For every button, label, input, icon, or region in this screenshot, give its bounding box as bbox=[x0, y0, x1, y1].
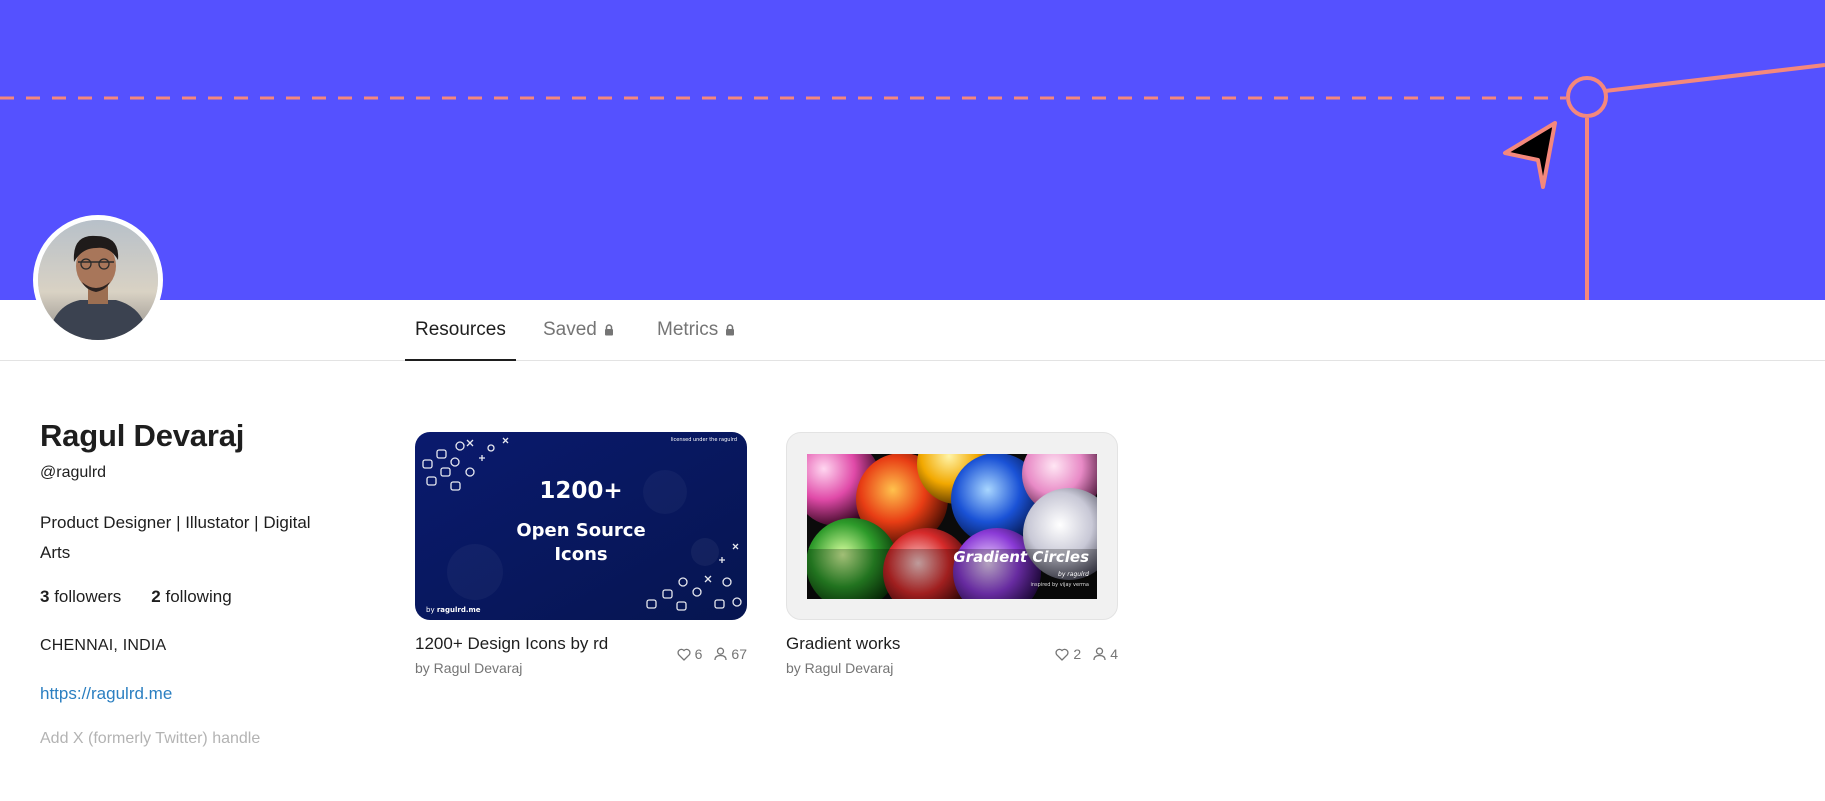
resource-card[interactable]: 1200+ Open Source Icons licensed under t… bbox=[415, 432, 747, 676]
users-stat: 4 bbox=[1093, 646, 1118, 662]
lock-icon bbox=[726, 324, 735, 336]
profile-tabs: Resources Saved Metrics bbox=[0, 300, 1825, 361]
tab-label: Resources bbox=[415, 319, 506, 340]
resource-thumbnail[interactable]: 1200+ Open Source Icons licensed under t… bbox=[415, 432, 747, 620]
tab-label: Saved bbox=[543, 319, 597, 340]
likes-stat[interactable]: 6 bbox=[677, 646, 703, 662]
resource-card[interactable]: Gradient Circles by ragulrd inspired by … bbox=[786, 432, 1118, 676]
vector-node-icon bbox=[1566, 76, 1608, 118]
users-count: 4 bbox=[1110, 646, 1118, 662]
likes-stat[interactable]: 2 bbox=[1055, 646, 1081, 662]
tab-resources[interactable]: Resources bbox=[405, 300, 516, 361]
followers-count: 3 bbox=[40, 587, 50, 606]
thumb-headline: 1200+ bbox=[539, 478, 622, 504]
gradient-circles-thumbnail: Gradient Circles by ragulrd inspired by … bbox=[807, 453, 1097, 599]
thumb-byline-prefix: by bbox=[426, 606, 437, 614]
heart-icon bbox=[1055, 648, 1069, 661]
likes-count: 6 bbox=[694, 646, 703, 662]
user-icon bbox=[714, 647, 728, 661]
svg-text:by ragulrd.me: by ragulrd.me bbox=[426, 606, 481, 614]
thumb-byline-brand: ragulrd.me bbox=[437, 606, 481, 614]
followers-link[interactable]: 3 followers bbox=[40, 587, 121, 607]
profile-name: Ragul Devaraj bbox=[40, 418, 245, 453]
resource-thumbnail[interactable]: Gradient Circles by ragulrd inspired by … bbox=[786, 432, 1118, 620]
resource-author[interactable]: by Ragul Devaraj bbox=[786, 660, 1118, 676]
following-label: following bbox=[165, 587, 232, 606]
thumb-subline: Open Source bbox=[516, 520, 645, 541]
users-stat: 67 bbox=[714, 646, 747, 662]
profile-banner bbox=[0, 0, 1825, 300]
profile-handle: @ragulrd bbox=[40, 464, 107, 481]
banner-illustration bbox=[0, 63, 1825, 300]
profile-bio: Product Designer | Illustator | Digital … bbox=[40, 513, 311, 562]
tab-label: Metrics bbox=[657, 319, 719, 340]
thumb-subline: Icons bbox=[554, 544, 607, 565]
thumb-byline: by ragulrd bbox=[1058, 571, 1089, 578]
resource-stats: 6 67 bbox=[677, 646, 747, 662]
profile-info: Ragul Devaraj @ragulrd Product Designer … bbox=[40, 418, 340, 748]
user-icon bbox=[1093, 647, 1106, 661]
users-count: 67 bbox=[731, 646, 747, 662]
followers-label: followers bbox=[54, 587, 122, 606]
thumb-headline: Gradient Circles bbox=[953, 548, 1089, 566]
following-count: 2 bbox=[151, 587, 161, 606]
cursor-arrow-icon bbox=[1503, 121, 1557, 189]
lock-icon bbox=[604, 324, 613, 336]
twitter-handle-link[interactable]: Add X (formerly Twitter) handle bbox=[40, 730, 340, 748]
follow-stats: 3 followers 2 following bbox=[40, 587, 340, 607]
following-link[interactable]: 2 following bbox=[151, 587, 231, 607]
tab-metrics[interactable]: Metrics bbox=[647, 300, 745, 360]
heart-icon bbox=[677, 648, 691, 661]
tab-saved[interactable]: Saved bbox=[533, 300, 624, 360]
profile-location: CHENNAI, INDIA bbox=[40, 637, 167, 654]
likes-count: 2 bbox=[1073, 646, 1082, 662]
thumb-license-note: licensed under the ragulrd bbox=[671, 437, 737, 443]
resource-author[interactable]: by Ragul Devaraj bbox=[415, 660, 747, 676]
thumb-credit: inspired by vijay verma bbox=[1030, 582, 1089, 588]
icons-pack-thumbnail: 1200+ Open Source Icons licensed under t… bbox=[415, 432, 747, 620]
website-link[interactable]: https://ragulrd.me bbox=[40, 684, 340, 704]
resource-stats: 2 4 bbox=[1055, 646, 1118, 662]
